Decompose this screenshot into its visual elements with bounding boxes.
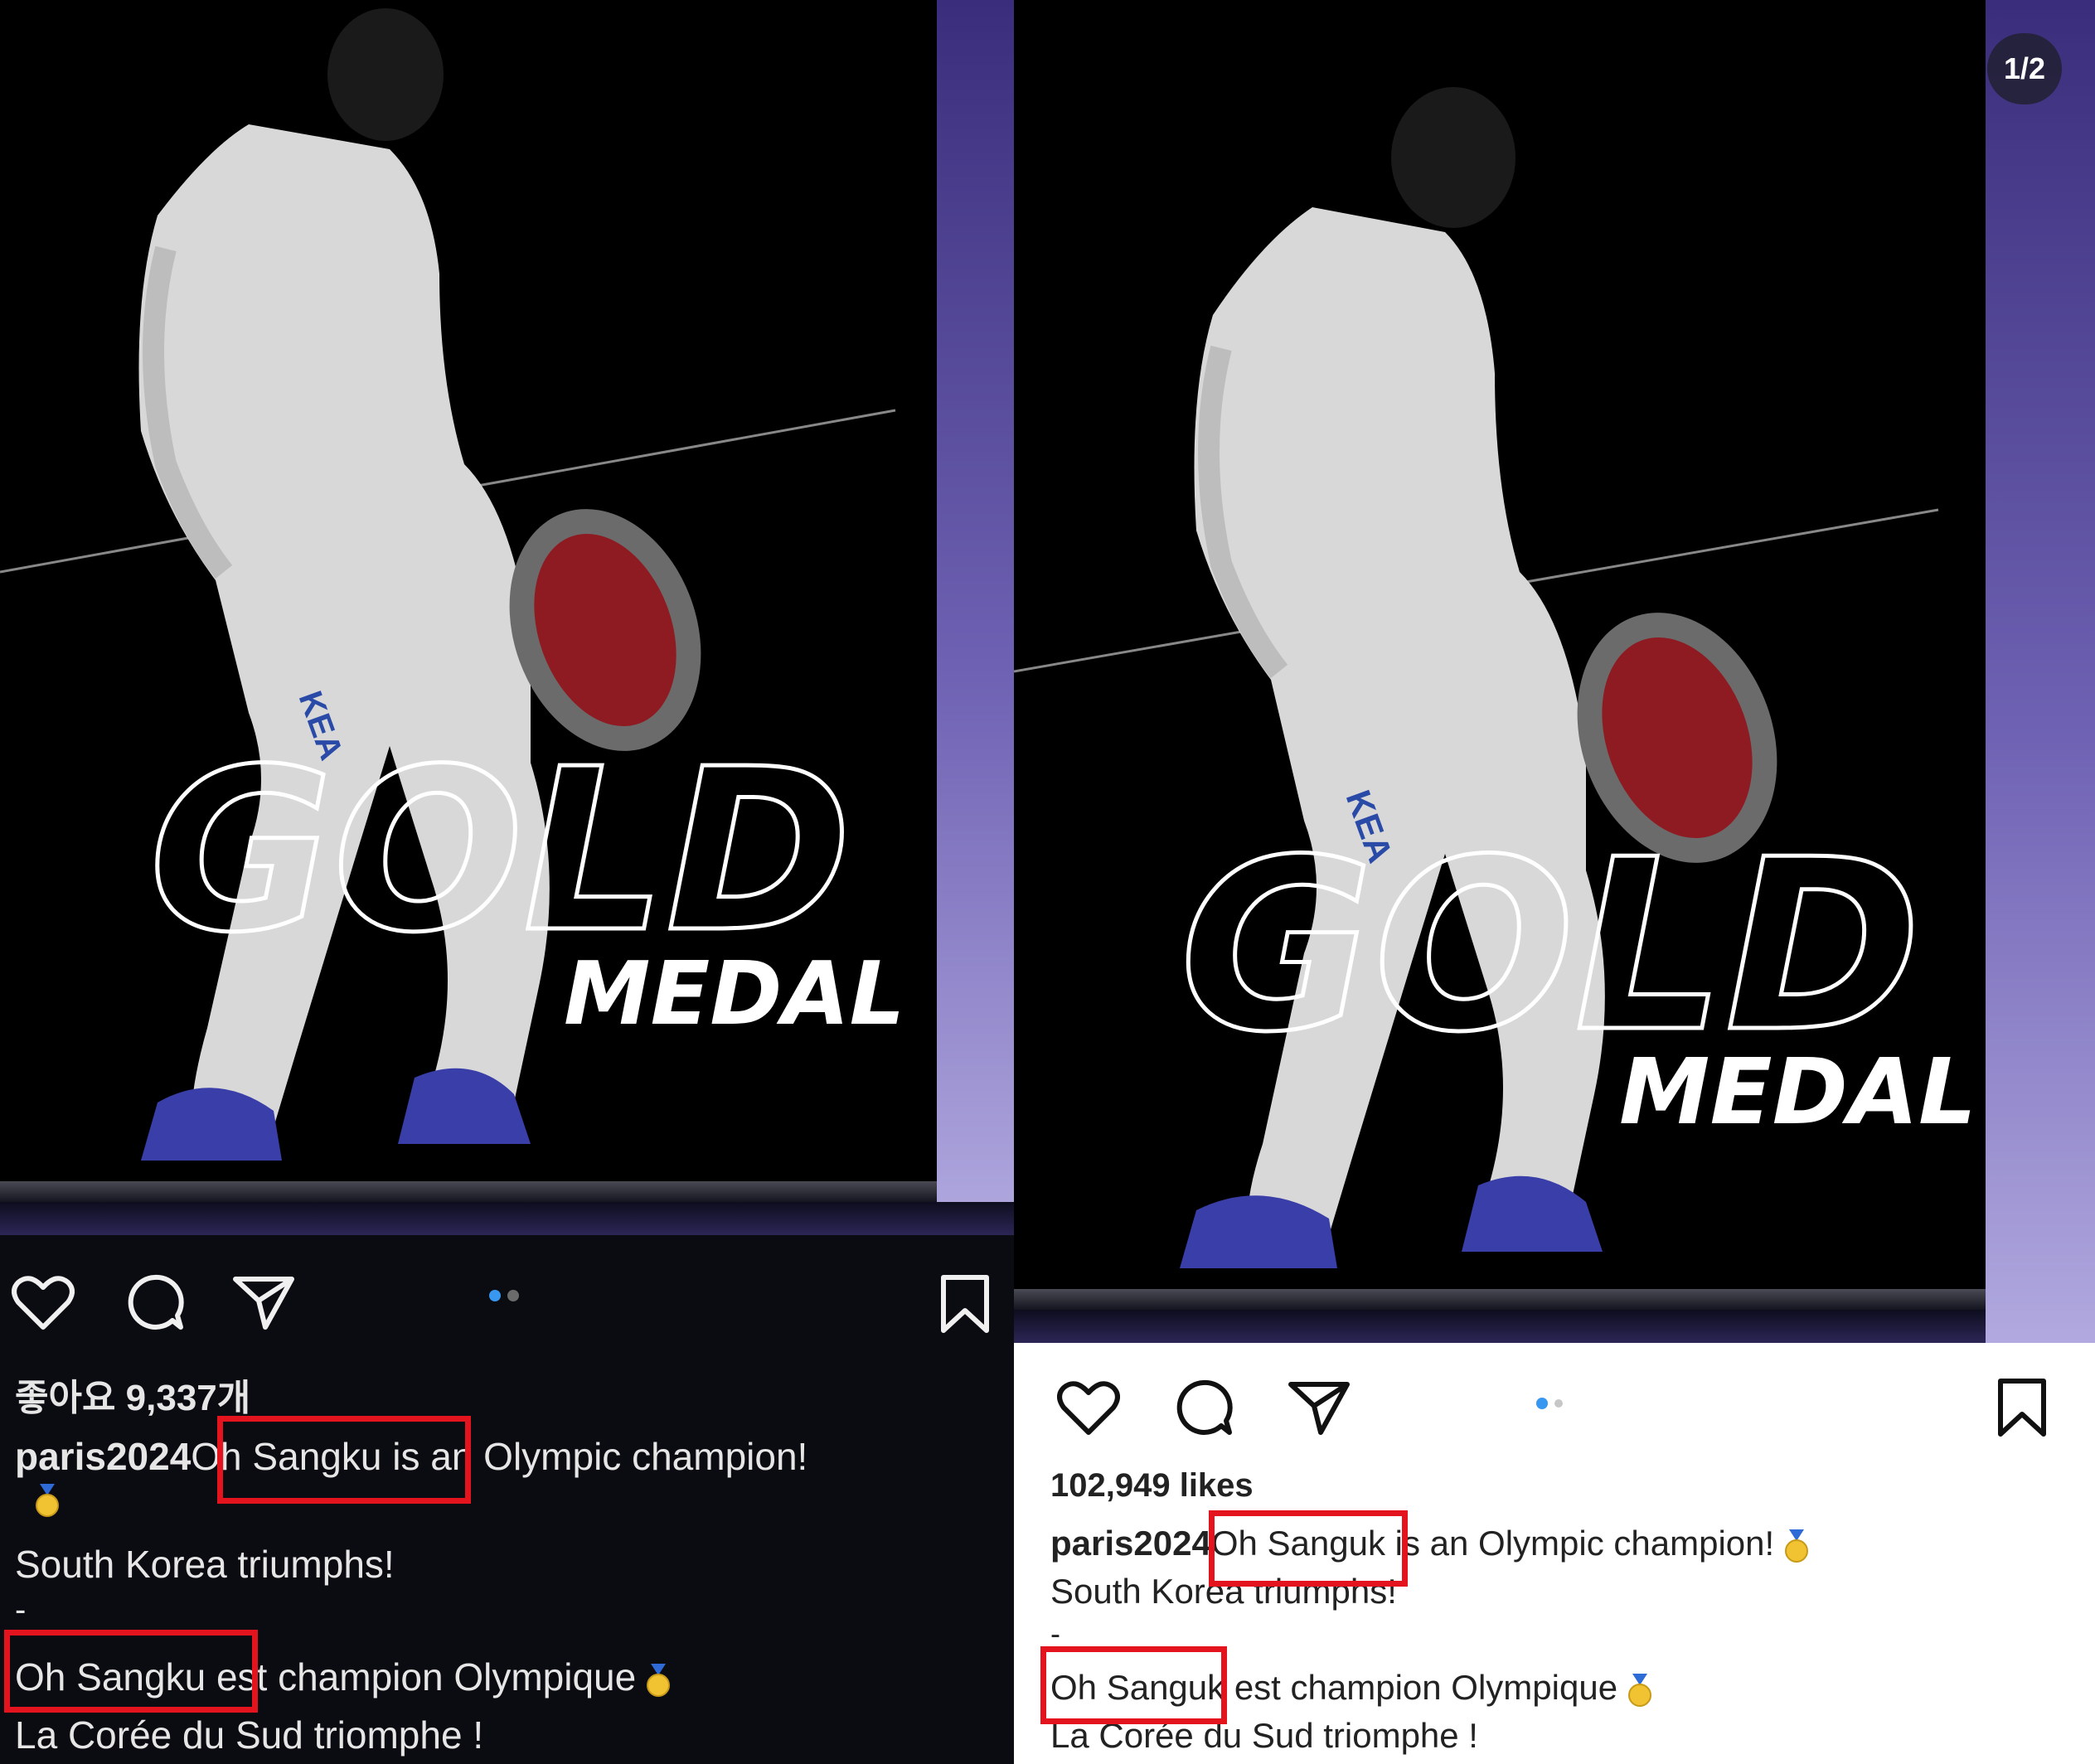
medal-word: MEDAL — [1619, 1039, 1976, 1145]
caption-dash: - — [15, 1592, 27, 1628]
post-image[interactable]: KEA GOLD MEDAL — [0, 0, 937, 1181]
bookmark-icon — [941, 1275, 989, 1333]
comment-button[interactable] — [1171, 1378, 1234, 1437]
right-screenshot: KEA GOLD MEDAL 1/2 102,949 likes paris20… — [1014, 0, 2095, 1764]
medal-emoji-icon — [36, 1484, 59, 1517]
carousel-dot — [1554, 1399, 1563, 1408]
fencer-graphic: KEA GOLD MEDAL — [1014, 0, 1986, 1289]
comment-button[interactable] — [123, 1272, 186, 1332]
bookmark-icon — [1998, 1379, 2046, 1437]
gold-word: GOLD — [149, 720, 851, 981]
caption-medal-line — [25, 1484, 63, 1517]
medal-emoji-icon — [647, 1663, 671, 1697]
comment-icon — [1176, 1379, 1233, 1435]
fencer-graphic: KEA GOLD MEDAL — [0, 0, 937, 1181]
like-button[interactable] — [1057, 1378, 1120, 1437]
share-icon — [233, 1277, 294, 1330]
medal-emoji-icon — [1628, 1673, 1652, 1707]
fr-rest: est champion Olympique — [1225, 1668, 1618, 1707]
caption-line-2: South Korea triumphs! — [15, 1543, 395, 1586]
image-bottom-band — [1014, 1310, 1986, 1343]
medal-word: MEDAL — [564, 943, 905, 1044]
floor-bar — [1014, 1289, 1986, 1310]
highlight-box-fr-name — [1040, 1646, 1227, 1724]
comment-icon — [128, 1274, 184, 1330]
carousel-counter: 1/2 — [1987, 33, 2062, 104]
fr-rest: est champion Olympique — [206, 1655, 637, 1699]
carousel-dots — [1536, 1398, 1563, 1409]
highlight-box-caption-name — [1209, 1510, 1408, 1587]
medal-emoji-icon — [1785, 1529, 1809, 1563]
carousel-dots — [489, 1290, 519, 1301]
image-bottom-band — [0, 1202, 1014, 1235]
save-button[interactable] — [938, 1272, 992, 1335]
carousel-dot — [507, 1290, 519, 1301]
share-icon — [1288, 1382, 1350, 1435]
heart-icon — [1057, 1381, 1120, 1435]
save-button[interactable] — [1996, 1376, 2049, 1439]
share-button[interactable] — [1288, 1378, 1351, 1437]
username-link[interactable]: paris2024 — [1050, 1524, 1211, 1563]
caption-line-1: paris2024Oh Sanguk is an Olympic champio… — [1050, 1524, 1812, 1563]
likes-count[interactable]: 102,949 likes — [1050, 1467, 1254, 1505]
left-screenshot: KEA GOLD MEDAL 좋아요 9,337개 paris2024Oh Sa… — [0, 0, 1014, 1764]
caption-rest: is an Olympic champion! — [1385, 1524, 1775, 1563]
next-slide-strip — [1986, 0, 2095, 1343]
highlight-box-caption-name — [217, 1416, 471, 1504]
carousel-dot-active — [1536, 1398, 1548, 1409]
likes-count[interactable]: 좋아요 9,337개 — [15, 1368, 250, 1421]
like-button[interactable] — [12, 1272, 75, 1332]
highlight-box-fr-name — [4, 1630, 258, 1713]
carousel-dot-active — [489, 1290, 501, 1301]
caption-line-4: La Corée du Sud triomphe ! — [15, 1713, 484, 1757]
floor-bar — [0, 1181, 937, 1202]
heart-icon — [12, 1276, 75, 1330]
share-button[interactable] — [232, 1272, 295, 1332]
username-link[interactable]: paris2024 — [15, 1435, 191, 1478]
next-slide-strip — [937, 0, 1014, 1235]
post-image[interactable]: KEA GOLD MEDAL — [1014, 0, 1986, 1289]
